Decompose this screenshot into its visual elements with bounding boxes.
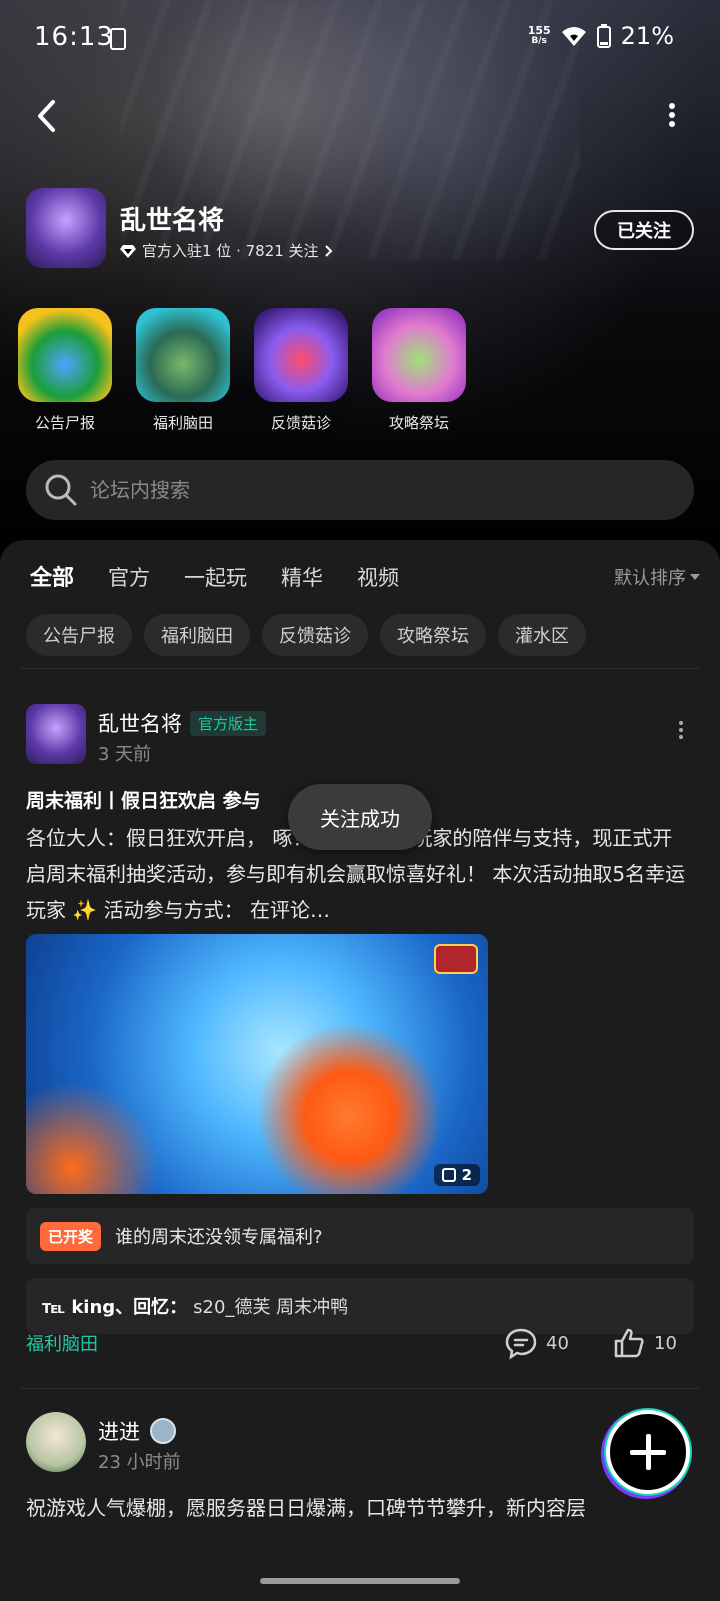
sort-label: 默认排序 xyxy=(614,568,686,589)
post-footer: 福利脑田 40 10 xyxy=(26,1328,694,1360)
chip-feedback[interactable]: 反馈菇诊 xyxy=(262,614,368,656)
tab-video[interactable]: 视频 xyxy=(357,562,399,592)
home-indicator[interactable] xyxy=(260,1578,460,1584)
like-count-button[interactable]: 10 xyxy=(612,1326,677,1360)
reply-names: ℡ king、回忆： xyxy=(42,1297,188,1318)
comment-count-button[interactable]: 40 xyxy=(504,1326,569,1360)
post-more-icon[interactable] xyxy=(678,718,684,742)
comment-count: 40 xyxy=(546,1332,569,1354)
subforum-label: 福利脑田 xyxy=(152,414,213,432)
reply-text: s20_德芙 周末冲鸭 xyxy=(193,1297,349,1318)
subforum-label: 攻略祭坛 xyxy=(388,414,449,432)
lottery-status-badge: 已开奖 xyxy=(40,1221,102,1251)
subforum-icon xyxy=(372,308,466,402)
image-count-badge: 2 xyxy=(433,1164,480,1186)
image-icon xyxy=(441,1168,456,1182)
lottery-text: 谁的周末还没领专属福利? xyxy=(115,1227,323,1248)
post-image[interactable]: 2 xyxy=(26,934,488,1194)
game-logo-icon xyxy=(434,944,478,974)
forum-avatar xyxy=(26,188,106,268)
post-title[interactable]: 周末福利丨假日狂欢启 参与 xyxy=(26,786,261,813)
divider xyxy=(20,668,700,669)
forum-search-bar[interactable] xyxy=(26,460,694,520)
post-author-name[interactable]: 乱世名将 xyxy=(98,708,182,738)
tab-play-together[interactable]: 一起玩 xyxy=(184,562,247,592)
lottery-card[interactable]: 已开奖 谁的周末还没领专属福利? xyxy=(26,1208,694,1264)
wifi-icon xyxy=(561,27,586,46)
post-body[interactable]: 祝游戏人气爆棚，愿服务器日日爆满，口碑节节攀升，新内容层 xyxy=(26,1490,690,1526)
post-time: 3 天前 xyxy=(98,744,152,765)
level-badge-icon xyxy=(150,1418,176,1444)
subforum-icon xyxy=(254,308,348,402)
subforum-icon xyxy=(136,308,230,402)
status-time: 16:13 xyxy=(34,22,114,52)
chip-announcements[interactable]: 公告尸报 xyxy=(26,614,132,656)
post-subforum-tag[interactable]: 福利脑田 xyxy=(26,1330,98,1356)
diamond-icon xyxy=(120,244,136,258)
thumbs-up-icon xyxy=(614,1328,644,1358)
follow-success-toast: 关注成功 xyxy=(288,784,432,850)
forum-meta[interactable]: 官方入驻1 位 · 7821 关注 xyxy=(120,240,333,261)
more-options-icon[interactable] xyxy=(664,100,680,132)
subforum-icon xyxy=(18,308,112,402)
post-time: 23 小时前 xyxy=(98,1452,181,1473)
caret-down-icon xyxy=(690,574,700,580)
following-button[interactable]: 已关注 xyxy=(594,210,694,250)
search-icon xyxy=(45,474,77,506)
subforum-label: 反馈菇诊 xyxy=(270,414,331,432)
post-author-name[interactable]: 进进 xyxy=(98,1416,140,1446)
battery-level: 21% xyxy=(620,22,674,50)
reply-preview[interactable]: ℡ king、回忆： s20_德芙 周末冲鸭 xyxy=(26,1278,694,1334)
net-speed-unit: B/s xyxy=(531,36,547,46)
battery-icon xyxy=(596,24,611,48)
net-speed-value: 155 xyxy=(527,24,551,37)
post-author-avatar[interactable] xyxy=(26,704,86,764)
post-author-row: 进进 xyxy=(98,1416,176,1446)
subforum-welfare[interactable]: 福利脑田 xyxy=(136,308,230,433)
tab-all[interactable]: 全部 xyxy=(30,560,74,596)
plus-icon-v xyxy=(645,1434,651,1470)
chip-chitchat[interactable]: 灌水区 xyxy=(498,614,586,656)
image-count: 2 xyxy=(461,1166,472,1184)
post-author-row: 乱世名将 官方版主 xyxy=(98,708,267,738)
category-chips: 公告尸报 福利脑田 反馈菇诊 攻略祭坛 灌水区 xyxy=(26,614,586,656)
official-moderator-badge: 官方版主 xyxy=(190,710,267,736)
like-count: 10 xyxy=(654,1332,677,1354)
tab-featured[interactable]: 精华 xyxy=(281,562,323,592)
chevron-right-icon xyxy=(324,244,332,257)
subforum-list: 公告尸报 福利脑田 反馈菇诊 攻略祭坛 xyxy=(18,308,466,433)
subforum-announcements[interactable]: 公告尸报 xyxy=(18,308,112,433)
sort-dropdown[interactable]: 默认排序 xyxy=(614,564,700,590)
net-speed: 155 B/s xyxy=(528,25,551,47)
notification-icon xyxy=(110,28,126,50)
back-icon[interactable] xyxy=(28,96,68,136)
post-author-avatar[interactable] xyxy=(26,1412,86,1472)
chip-guides[interactable]: 攻略祭坛 xyxy=(380,614,486,656)
subforum-feedback[interactable]: 反馈菇诊 xyxy=(254,308,348,433)
create-post-button[interactable] xyxy=(606,1410,690,1494)
status-right: 155 B/s 21% xyxy=(528,22,674,50)
tab-official[interactable]: 官方 xyxy=(108,562,150,592)
forum-meta-text: 官方入驻1 位 · 7821 关注 xyxy=(142,242,319,260)
divider xyxy=(20,1388,700,1389)
subforum-guides[interactable]: 攻略祭坛 xyxy=(372,308,466,433)
chip-welfare[interactable]: 福利脑田 xyxy=(144,614,250,656)
forum-title: 乱世名将 xyxy=(120,206,225,236)
status-bar: 16:13 155 B/s 21% xyxy=(0,0,720,80)
search-input[interactable] xyxy=(90,478,630,502)
tab-bar: 全部 官方 一起玩 精华 视频 xyxy=(30,560,399,596)
subforum-label: 公告尸报 xyxy=(34,414,95,432)
comment-icon xyxy=(505,1328,537,1360)
